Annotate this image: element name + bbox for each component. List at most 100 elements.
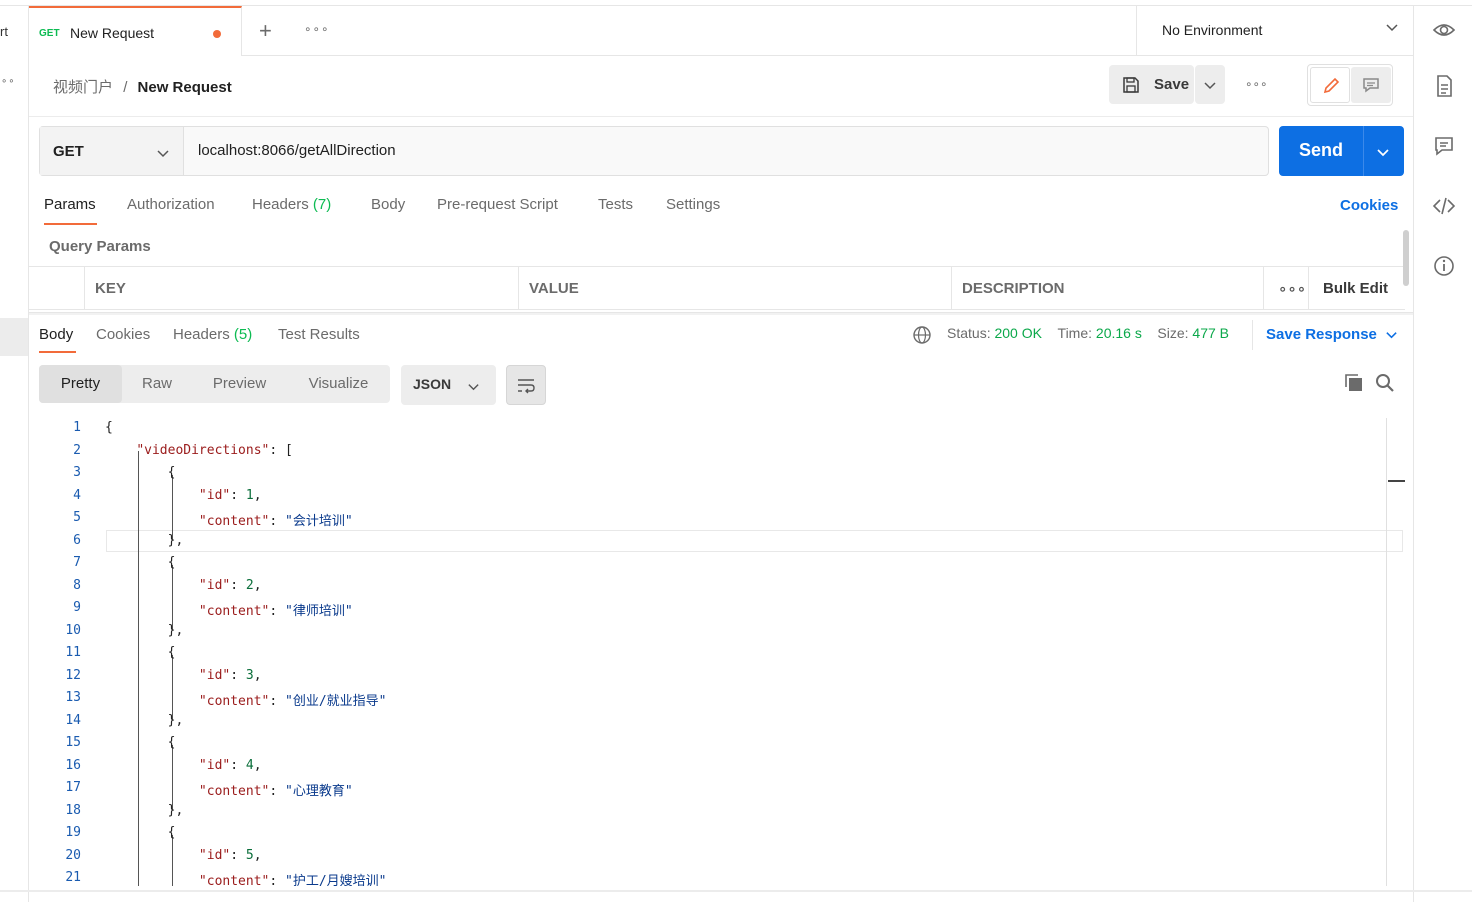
format-pretty[interactable]: Pretty xyxy=(39,365,122,403)
code-line: { xyxy=(105,735,176,750)
eye-icon[interactable] xyxy=(1430,16,1458,44)
format-preview[interactable]: Preview xyxy=(192,365,287,403)
tab-headers[interactable]: Headers (7) xyxy=(252,196,331,213)
chevron-down-icon[interactable] xyxy=(1376,145,1390,159)
line-number: 12 xyxy=(65,667,81,683)
code-line: }, xyxy=(105,802,184,818)
send-divider xyxy=(1363,126,1364,176)
active-tab-underline xyxy=(44,223,97,225)
tab-method: GET xyxy=(39,28,60,39)
code-line: "content": "会计培训" xyxy=(198,514,353,529)
document-icon[interactable] xyxy=(1430,72,1458,100)
chevron-down-icon xyxy=(1204,82,1216,90)
column-more-icon[interactable]: ∘∘∘ xyxy=(1263,267,1308,309)
sidebar-more-icon[interactable]: ∘∘ xyxy=(1,76,16,87)
code-line: "id": 1, xyxy=(198,487,262,503)
code-line: "content": "律师培训" xyxy=(198,604,353,619)
line-number: 16 xyxy=(65,757,81,773)
comment-icon xyxy=(1363,78,1379,93)
language-select[interactable]: JSON xyxy=(401,365,496,405)
save-button[interactable]: Save xyxy=(1109,65,1194,104)
column-description: DESCRIPTION xyxy=(951,267,1263,309)
response-body-editor[interactable]: 1 {2 "videoDirections": [3 {4 "id": 1, 5 "… xyxy=(39,416,1404,886)
code-line: { xyxy=(105,420,113,435)
unsaved-dot-icon xyxy=(213,30,221,38)
line-number: 17 xyxy=(65,780,81,795)
method-select[interactable]: GET xyxy=(40,127,184,175)
comment-mode-button[interactable] xyxy=(1351,67,1391,103)
code-line: "id": 4, xyxy=(198,757,262,773)
right-rail xyxy=(1413,6,1472,902)
search-icon[interactable] xyxy=(1374,372,1396,394)
status-bar-border xyxy=(0,890,1472,892)
status-divider xyxy=(1252,320,1253,350)
format-visualize[interactable]: Visualize xyxy=(287,365,390,403)
line-number: 13 xyxy=(65,690,81,705)
tab-tests[interactable]: Tests xyxy=(598,196,633,213)
format-tabs: Pretty Raw Preview Visualize xyxy=(39,365,390,403)
query-params-table: KEY VALUE DESCRIPTION ∘∘∘ Bulk Edit xyxy=(29,266,1405,310)
indent-guide xyxy=(172,475,173,540)
request-tab[interactable]: GET New Request xyxy=(29,6,242,56)
active-resp-tab-underline xyxy=(39,351,76,353)
code-icon[interactable] xyxy=(1430,192,1458,220)
resp-tab-headers[interactable]: Headers (5) xyxy=(173,326,252,343)
comments-icon[interactable] xyxy=(1430,132,1458,160)
chevron-down-icon xyxy=(468,384,479,391)
chevron-down-icon xyxy=(157,150,169,158)
save-icon xyxy=(1123,77,1139,93)
tab-body[interactable]: Body xyxy=(371,196,405,213)
current-line-highlight xyxy=(106,530,1403,552)
column-key: KEY xyxy=(84,267,518,309)
send-button[interactable]: Send xyxy=(1279,126,1404,176)
indent-guide xyxy=(172,655,173,720)
code-line: { xyxy=(105,645,176,660)
code-line: "content": "护工/月嫂培训" xyxy=(198,874,387,886)
info-icon[interactable] xyxy=(1430,252,1458,280)
scrollbar[interactable] xyxy=(1403,230,1409,286)
environment-selector[interactable]: No Environment xyxy=(1136,6,1413,56)
plus-icon[interactable]: + xyxy=(259,18,272,44)
cookies-link[interactable]: Cookies xyxy=(1340,197,1398,214)
pencil-icon xyxy=(1323,77,1340,94)
breadcrumb-current[interactable]: New Request xyxy=(138,79,232,96)
editor-scroll-marker xyxy=(1388,480,1405,482)
line-number: 21 xyxy=(65,870,81,885)
line-number: 9 xyxy=(73,600,81,615)
editor-scroll-track[interactable] xyxy=(1386,418,1387,886)
response-size: 477 B xyxy=(1192,325,1230,341)
sidebar-selected-item[interactable] xyxy=(0,318,28,356)
tab-settings[interactable]: Settings xyxy=(666,196,720,213)
format-raw[interactable]: Raw xyxy=(122,365,192,403)
url-bar: GET localhost:8066/getAllDirection xyxy=(39,126,1269,176)
resp-tab-body[interactable]: Body xyxy=(39,326,73,343)
response-divider[interactable] xyxy=(29,312,1413,315)
save-response-button[interactable]: Save Response xyxy=(1266,326,1397,343)
resp-tab-cookies[interactable]: Cookies xyxy=(96,326,150,343)
line-number: 7 xyxy=(73,555,81,570)
line-number: 1 xyxy=(73,420,81,435)
code-line: "id": 5, xyxy=(198,847,262,863)
resp-tab-test-results[interactable]: Test Results xyxy=(278,326,360,343)
tab-authorization[interactable]: Authorization xyxy=(127,196,215,213)
breadcrumb-parent[interactable]: 视频门户 xyxy=(53,79,113,96)
url-input[interactable]: localhost:8066/getAllDirection xyxy=(198,142,396,159)
response-time: 20.16 s xyxy=(1095,325,1142,341)
copy-icon[interactable] xyxy=(1343,372,1365,394)
tab-pre-request-script[interactable]: Pre-request Script xyxy=(437,196,558,213)
method-label: GET xyxy=(53,143,84,160)
bulk-edit-button[interactable]: Bulk Edit xyxy=(1308,267,1405,309)
code-line: "content": "创业/就业指导" xyxy=(198,694,387,709)
send-label: Send xyxy=(1299,140,1344,160)
globe-icon[interactable] xyxy=(912,325,932,345)
save-options-button[interactable] xyxy=(1195,65,1225,104)
more-tabs-icon[interactable]: ∘∘∘ xyxy=(304,22,330,36)
breadcrumb-separator: / xyxy=(123,79,128,96)
line-number: 6 xyxy=(73,532,81,548)
edit-mode-button[interactable] xyxy=(1310,67,1350,103)
tab-params[interactable]: Params xyxy=(44,196,96,213)
more-actions-icon[interactable]: ∘∘∘ xyxy=(1245,77,1268,91)
line-number: 19 xyxy=(65,825,81,840)
wrap-lines-button[interactable] xyxy=(506,365,546,405)
indent-guide xyxy=(172,745,173,810)
